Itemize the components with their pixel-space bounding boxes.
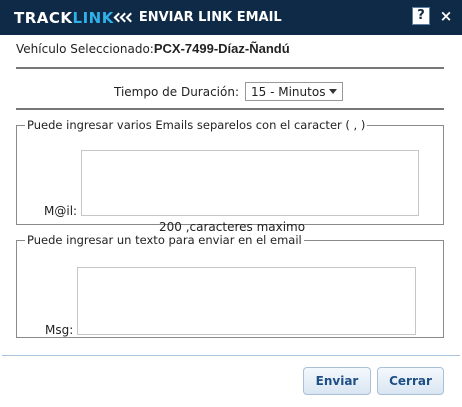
duration-selected-value: 15 - Minutos	[251, 84, 326, 99]
vehicle-label: Vehículo Seleccionado:	[16, 42, 154, 56]
email-char-counter: 200 ,caracteres maximo	[159, 220, 306, 234]
emails-legend: Puede ingresar varios Emails separelos c…	[27, 118, 366, 132]
emails-fieldset: Puede ingresar varios Emails separelos c…	[16, 118, 444, 234]
close-icon[interactable]: ×	[438, 8, 454, 24]
logo-text-track: TRACK	[14, 8, 73, 27]
divider	[16, 67, 444, 69]
message-legend: Puede ingresar un texto para enviar en e…	[27, 233, 302, 247]
chevrons-icon	[113, 12, 136, 23]
duration-select[interactable]: 15 - Minutos	[245, 82, 344, 101]
message-field-label: Msg:	[45, 323, 74, 337]
cancel-button[interactable]: Cerrar	[377, 367, 444, 395]
email-textarea[interactable]	[81, 150, 419, 216]
tracklink-logo: TRACK LINK	[14, 9, 137, 27]
help-button[interactable]: ?	[412, 7, 430, 25]
logo-text-link: LINK	[72, 8, 114, 27]
footer-divider	[2, 355, 460, 356]
message-textarea[interactable]	[77, 267, 416, 335]
duration-label: Tiempo de Duración:	[114, 84, 240, 99]
selected-vehicle: Vehículo Seleccionado:PCX-7499-Díaz-Ñand…	[16, 41, 290, 56]
duration-row: Tiempo de Duración: 15 - Minutos	[114, 82, 344, 101]
send-button[interactable]: Enviar	[303, 367, 371, 395]
email-field-label: M@il:	[44, 204, 78, 218]
divider	[16, 108, 444, 110]
chevron-down-icon	[329, 89, 338, 94]
dialog-titlebar: TRACK LINK ENVIAR LINK EMAIL ? ×	[0, 0, 462, 35]
message-fieldset: Puede ingresar un texto para enviar en e…	[16, 233, 444, 338]
dialog-title: ENVIAR LINK EMAIL	[138, 10, 282, 25]
vehicle-value: PCX-7499-Díaz-Ñandú	[153, 41, 290, 56]
